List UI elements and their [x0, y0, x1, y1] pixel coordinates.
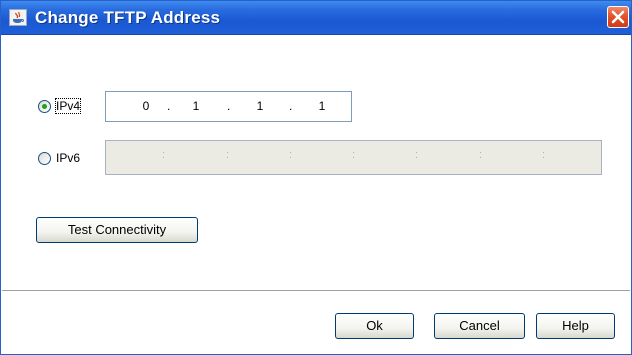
ipv4-address-field[interactable]: 0 . 1 . 1 . 1 — [105, 91, 352, 122]
help-button[interactable]: Help — [536, 313, 615, 339]
ipv4-separator: . — [167, 99, 171, 113]
ipv6-separator: : — [162, 149, 166, 161]
ipv4-radio[interactable] — [38, 99, 51, 113]
ipv4-separator: . — [289, 99, 293, 113]
ipv6-separator: : — [479, 149, 483, 161]
close-icon — [611, 10, 625, 24]
ipv4-separator: . — [227, 99, 231, 113]
java-app-icon — [9, 9, 27, 26]
ipv6-separator: : — [542, 149, 546, 161]
ipv4-octet-3[interactable]: 1 — [252, 99, 268, 113]
window-title: Change TFTP Address — [35, 8, 221, 27]
test-connectivity-button[interactable]: Test Connectivity — [36, 217, 198, 243]
dialog-footer: Ok Cancel Help — [2, 292, 630, 354]
ipv4-octet-1[interactable]: 0 — [138, 99, 154, 113]
cancel-button[interactable]: Cancel — [434, 313, 525, 339]
ipv4-label[interactable]: IPv4 — [54, 98, 82, 114]
ipv6-option[interactable]: IPv6 — [38, 148, 80, 168]
ipv4-octet-2[interactable]: 1 — [188, 99, 204, 113]
dialog-content: IPv4 0 . 1 . 1 . 1 IPv6 : : : : : : : Te… — [2, 35, 630, 287]
ipv6-label[interactable]: IPv6 — [56, 151, 80, 165]
title-bar[interactable]: Change TFTP Address — [1, 1, 631, 35]
ipv6-address-field: : : : : : : : — [105, 140, 602, 175]
ipv6-separator: : — [289, 149, 293, 161]
ipv4-octet-4[interactable]: 1 — [314, 99, 330, 113]
dialog-window: Change TFTP Address IPv4 0 . 1 . 1 . 1 I… — [0, 0, 632, 355]
ipv6-radio[interactable] — [38, 151, 51, 165]
ipv4-option[interactable]: IPv4 — [38, 96, 82, 116]
ipv6-separator: : — [226, 149, 230, 161]
ok-button[interactable]: Ok — [335, 313, 414, 339]
ipv6-separator: : — [352, 149, 356, 161]
close-button[interactable] — [607, 6, 629, 28]
ipv6-separator: : — [415, 149, 419, 161]
radio-selected-dot — [42, 103, 47, 109]
